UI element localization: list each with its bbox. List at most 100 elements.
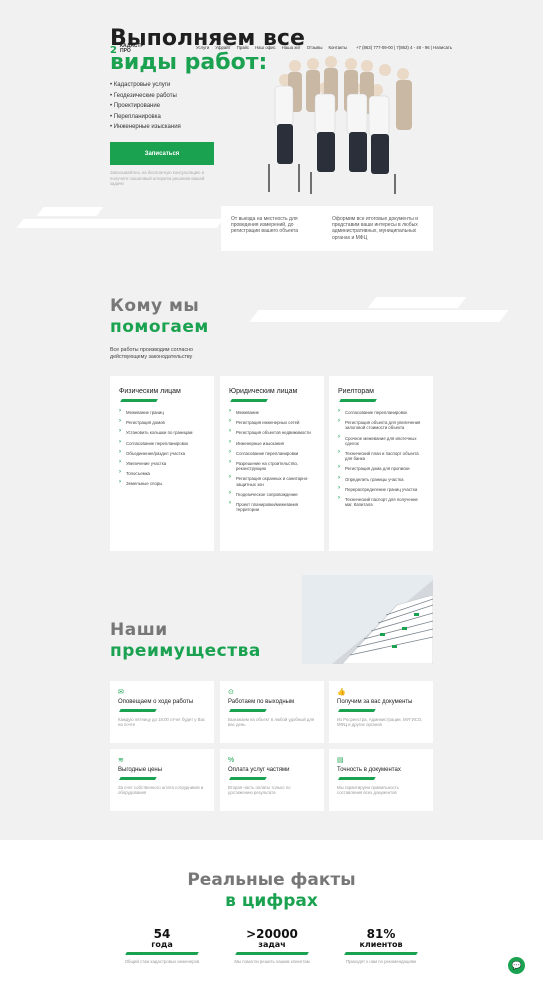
service-item: Перепланировка [110,112,181,123]
hero-title-line1: Выполняем все [110,26,305,51]
accent-bar [125,952,199,955]
list-item: Технический паспорт для получение маг. К… [338,496,424,507]
list-item: Согласование перепланировок [338,409,424,415]
list-item: Перераспределение границ участка [338,486,424,492]
advantage-title: Оповещаем о ходе работы [118,699,194,705]
help-title: Кому мы помогаем [110,296,209,338]
accent-bar [230,399,268,402]
list-item: Регистрация объекта для увеличения залог… [338,419,424,430]
advantage-title: Точность в документах [337,767,401,773]
mail-icon: ✉ [118,689,124,696]
accent-bar [119,777,157,780]
list-item: Согласование перепланировки [229,450,315,456]
advantage-text: Вторая часть оплаты только по достижению… [228,784,291,796]
list-item: Увеличение участка [119,460,205,466]
decor-stripe [16,219,224,228]
list-item: Земельные споры [119,480,205,486]
fact-value: 81% [366,927,396,941]
hero-title: Выполняем все виды работ: [110,27,330,75]
advantage-card: ≋ Выгодные цены За счет собственного шта… [110,749,214,811]
help-card-title: Физическим лицам [119,388,181,395]
advantage-text: Выезжаем на объект в любой удобный для в… [228,716,315,728]
list-item: Регистрация домов [119,419,205,425]
info-text-2: Оформим все итоговые документы и предста… [332,216,419,241]
info-card: От выезда на местность для проведения из… [221,206,433,251]
fact-text: Общий стаж кадастровых инженеров [124,959,200,964]
fact-value: 54 [153,927,171,941]
fact-unit: клиентов [359,940,403,949]
list-item: Регистрация дома для прописки [338,465,424,471]
location-icon: ⊙ [228,689,234,696]
help-card-individuals: Физическим лицам Межевание границ Регист… [110,376,214,551]
list-item: Согласование перепланировок [119,440,205,446]
signup-button[interactable]: Записаться [110,142,214,165]
coins-icon: ≋ [118,757,124,764]
help-list: Согласование перепланировок Регистрация … [338,409,424,507]
advantage-card: ⊙ Работаем по выходным Выезжаем на объек… [220,681,324,743]
accent-bar [119,709,157,712]
list-item: Межевание [229,409,315,415]
fact-item: >20000 задач Мы помогли решить нашим кли… [220,928,324,965]
advantages-title-line2: преимущества [110,641,261,661]
services-list: Кадастровые услуги Геодезические работы … [110,80,181,133]
advantage-card: ▤ Точность в документах Мы гарантируем п… [329,749,433,811]
list-item: Разрешение на строительство, реконструкц… [229,460,315,471]
nav-item[interactable]: Контакты [328,45,347,50]
advantage-title: Оплата услуг частями [228,767,290,773]
list-item: Объединение/раздел участка [119,450,205,456]
service-item: Проектирование [110,101,181,112]
facts-section [0,840,543,989]
accent-bar [338,709,376,712]
accent-bar [229,709,267,712]
help-card-realtors: Риелторам Согласование перепланировок Ре… [329,376,433,551]
advantage-text: Каждую пятницу до 18:00 отчет будет у Ва… [118,716,206,728]
chat-icon: 💬 [511,961,522,970]
service-item: Инженерные изыскания [110,122,181,133]
list-item: Межевание границ [119,409,205,415]
help-title-line1: Кому мы [110,296,200,316]
header-phone[interactable]: +7 (863) 777-09-00 | 7(863) 4 - 48 - 96 … [356,45,452,50]
advantage-title: Работаем по выходным [228,699,295,705]
list-item: Топосъемка [119,470,205,476]
fact-item: 81% клиентов Приходят к нам по рекоменда… [329,928,433,965]
help-subtitle: Все работы производим согласно действующ… [110,347,193,360]
help-card-title: Юридическим лицам [229,388,298,395]
service-item: Кадастровые услуги [110,80,181,91]
help-card-companies: Юридическим лицам Межевание Регистрация … [220,376,324,551]
advantage-title: Получим за вас документы [337,699,413,705]
list-item: Регистрация охранных и санитарно-защитны… [229,475,315,486]
accent-bar [339,399,377,402]
thumbs-up-icon: 👍 [337,689,346,696]
decor-stripe [249,310,509,322]
document-icon: ▤ [337,757,344,764]
accent-bar [344,952,418,955]
service-item: Геодезические работы [110,91,181,102]
decor-stripe [367,297,467,308]
cta-note: Записывайтесь на бесплатную консультацию… [110,170,205,187]
accent-bar [120,399,158,402]
list-item: Установить кольшки по границам [119,429,205,435]
list-item: Срочное межевание для ипотечных сделок [338,435,424,446]
percent-icon: % [228,757,235,764]
advantages-title: Наши преимущества [110,620,261,662]
facts-title: Реальные факты в цифрах [0,870,543,912]
info-text-1: От выезда на местность для проведения из… [231,216,299,235]
fact-unit: года [151,940,173,949]
decor-stripe [36,207,104,216]
fact-unit: задач [258,940,286,949]
accent-bar [338,777,376,780]
fact-item: 54 года Общий стаж кадастровых инженеров [110,928,214,965]
accent-bar [229,777,267,780]
list-item: Геодезическое сопровождение [229,491,315,497]
chat-button[interactable]: 💬 [508,957,525,974]
building-photo [302,575,433,664]
fact-text: Приходят к нам по рекомендациям [345,959,417,964]
fact-value: >20000 [246,927,298,941]
hero-title-line2: виды работ: [110,50,268,75]
advantage-card: ✉ Оповещаем о ходе работы Каждую пятницу… [110,681,214,743]
list-item: Регистрация инженерных сетей [229,419,315,425]
help-list: Межевание Регистрация инженерных сетей Р… [229,409,315,512]
advantage-card: 👍 Получим за вас документы Из Росреестра… [329,681,433,743]
list-item: Инженерные изыскания [229,440,315,446]
facts-title-line1: Реальные факты [187,870,356,890]
